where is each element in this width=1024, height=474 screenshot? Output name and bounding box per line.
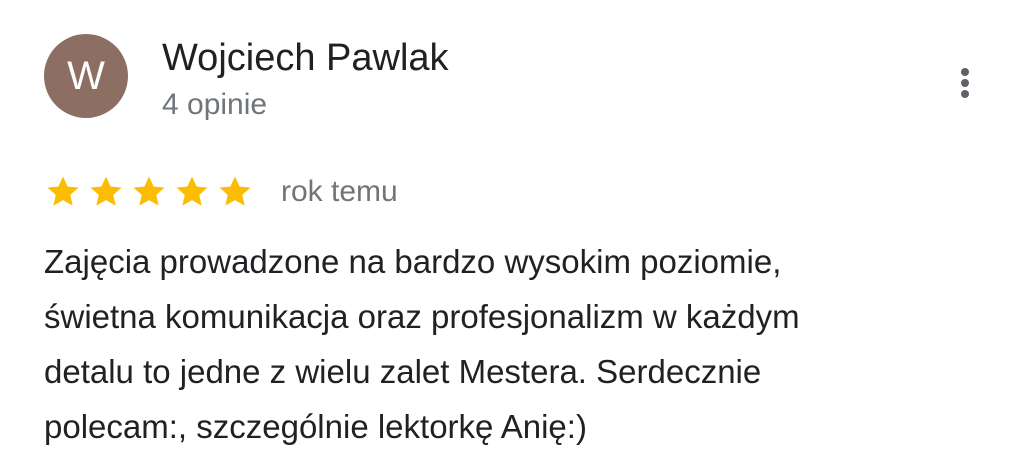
- more-vert-icon: [961, 68, 969, 76]
- avatar[interactable]: W: [44, 34, 128, 118]
- author-name[interactable]: Wojciech Pawlak: [162, 37, 449, 80]
- review-text-line: polecam:, szczególnie lektorkę Anię:): [44, 408, 587, 445]
- more-options-button[interactable]: [950, 64, 980, 102]
- review-text-line: detalu to jedne z wielu zalet Mestera. S…: [44, 353, 762, 390]
- star-rating: [44, 173, 259, 211]
- more-vert-icon-dot: [961, 90, 969, 98]
- star-icon: [130, 173, 168, 211]
- review-date: rok temu: [281, 175, 398, 208]
- rating-row: rok temu: [44, 170, 398, 214]
- star-icon: [87, 173, 125, 211]
- author-review-count[interactable]: 4 opinie: [162, 88, 267, 121]
- review-card: W Wojciech Pawlak 4 opinie rok temu Zaję…: [0, 0, 1024, 474]
- review-text: Zajęcia prowadzone na bardzo wysokim poz…: [44, 234, 964, 454]
- star-icon: [173, 173, 211, 211]
- star-icon: [44, 173, 82, 211]
- star-icon: [216, 173, 254, 211]
- avatar-initial: W: [67, 54, 105, 98]
- review-text-line: świetna komunikacja oraz profesjonalizm …: [44, 298, 800, 335]
- review-text-line: Zajęcia prowadzone na bardzo wysokim poz…: [44, 243, 782, 280]
- more-vert-icon-dot: [961, 79, 969, 87]
